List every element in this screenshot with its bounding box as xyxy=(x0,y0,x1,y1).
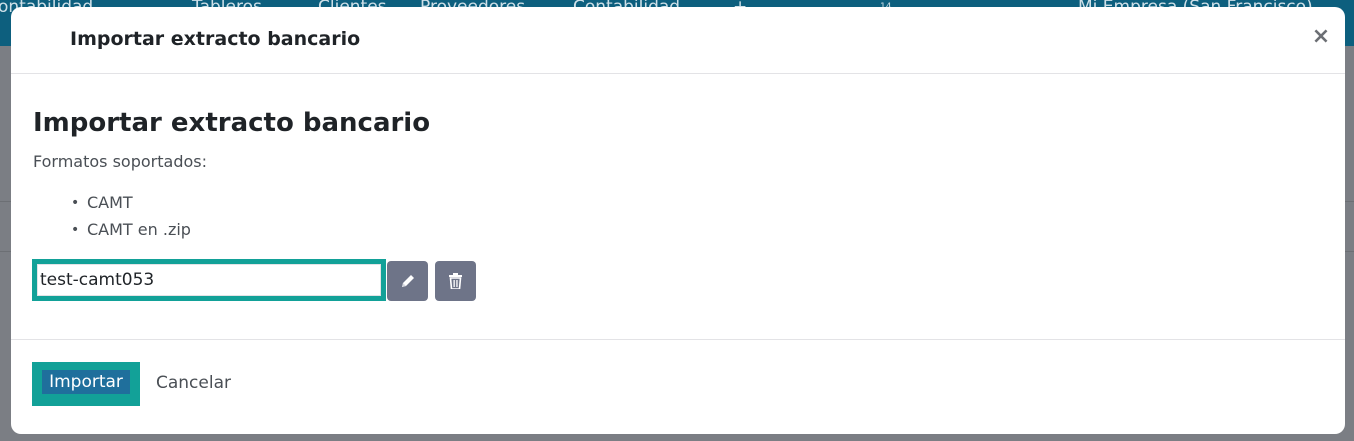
format-item-label: CAMT en .zip xyxy=(87,220,191,239)
format-item-label: CAMT xyxy=(87,193,133,212)
formats-list: • CAMT • CAMT en .zip xyxy=(71,192,191,246)
dialog-header: Importar extracto bancario × xyxy=(11,7,1345,74)
cancel-button[interactable]: Cancelar xyxy=(156,373,231,393)
delete-file-button[interactable] xyxy=(435,261,476,301)
edit-file-button[interactable] xyxy=(387,261,428,301)
file-name-field-wrapper xyxy=(32,259,386,301)
format-item: • CAMT xyxy=(71,192,191,219)
format-item: • CAMT en .zip xyxy=(71,219,191,246)
bullet-icon: • xyxy=(71,222,80,238)
import-button[interactable]: Importar xyxy=(42,370,130,394)
body-heading: Importar extracto bancario xyxy=(33,108,431,138)
import-dialog: Importar extracto bancario × Importar ex… xyxy=(11,7,1345,434)
bullet-icon: • xyxy=(71,195,80,211)
file-name-field[interactable] xyxy=(37,264,381,296)
close-icon: × xyxy=(1311,24,1331,49)
trash-icon xyxy=(449,273,462,289)
formats-label: Formatos soportados: xyxy=(33,152,207,171)
close-button[interactable]: × xyxy=(1309,25,1333,49)
dialog-title: Importar extracto bancario xyxy=(70,28,361,50)
dialog-footer: Importar Cancelar xyxy=(11,340,1345,434)
import-button-focus-ring: Importar xyxy=(32,362,140,406)
dialog-body: Importar extracto bancario Formatos sopo… xyxy=(11,74,1345,340)
pencil-icon xyxy=(401,275,414,287)
